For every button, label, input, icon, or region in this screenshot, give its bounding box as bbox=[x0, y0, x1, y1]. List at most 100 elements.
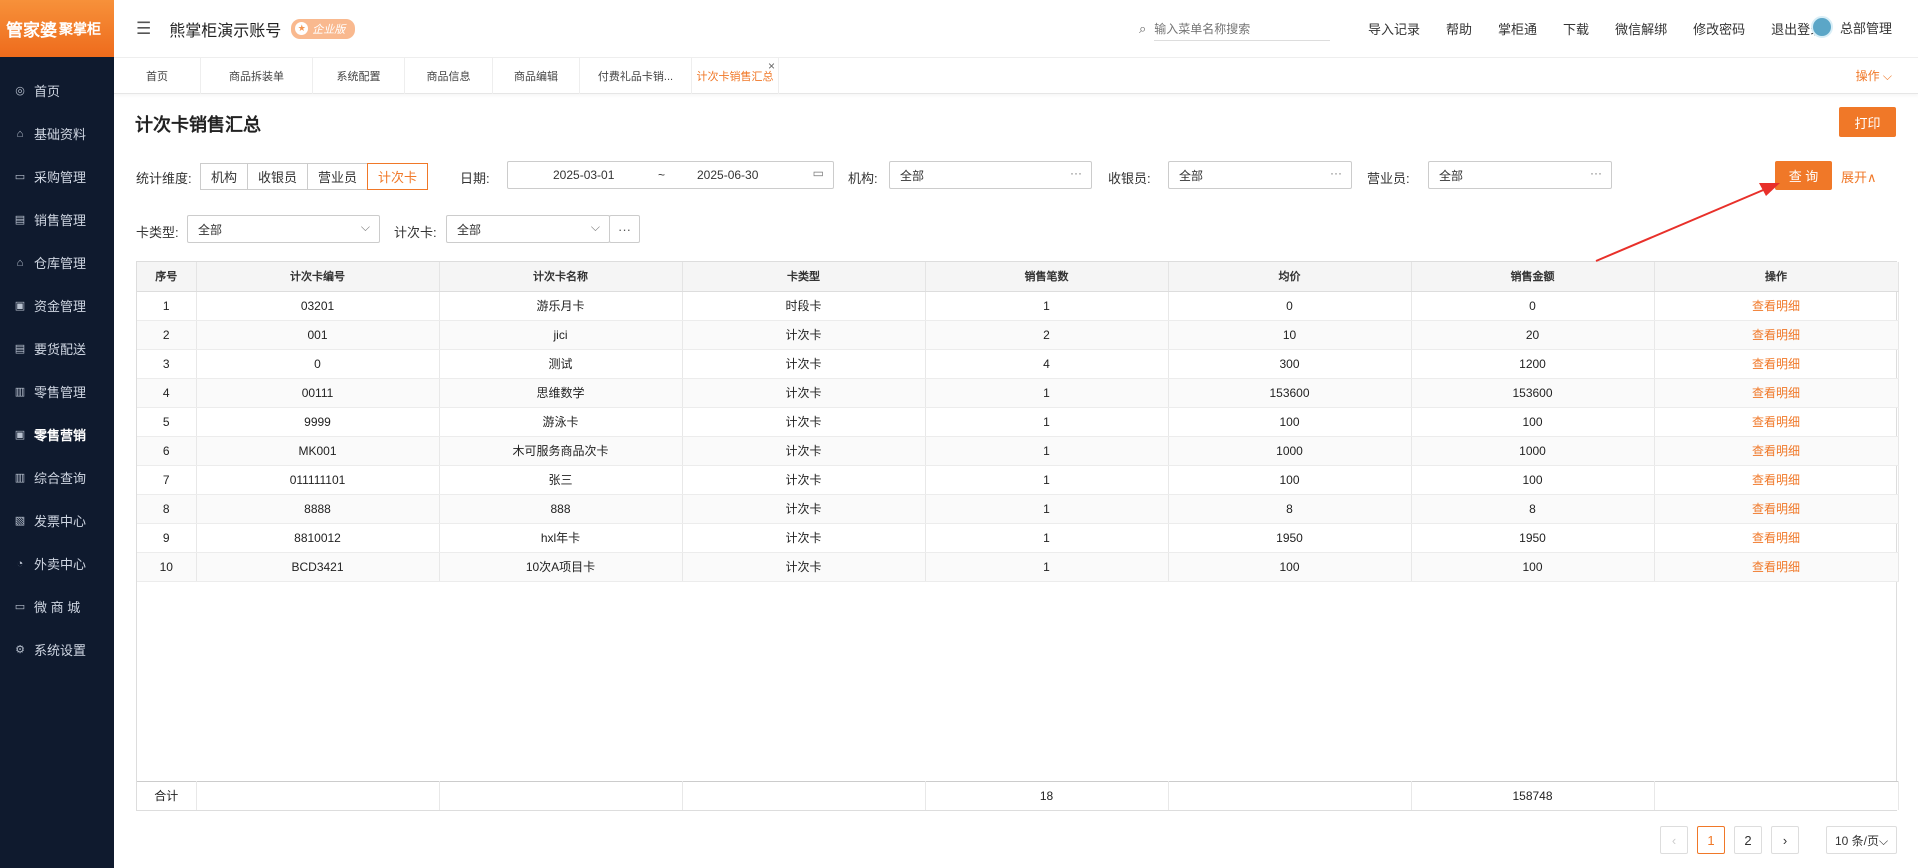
tab[interactable]: 商品编辑 bbox=[493, 58, 580, 94]
table-cell: 100 bbox=[1411, 552, 1655, 582]
top-link[interactable]: 帮助 bbox=[1446, 19, 1472, 38]
total-cell: 合计 bbox=[137, 781, 197, 810]
print-button[interactable]: 打印 bbox=[1839, 107, 1896, 137]
user-menu[interactable]: 总部管理 bbox=[1811, 16, 1892, 38]
table-cell: 时段卡 bbox=[682, 291, 926, 321]
date-range-picker[interactable]: 2025-03-01 ~ 2025-06-30 ▭ bbox=[507, 161, 834, 189]
table-cell: 7 bbox=[137, 465, 197, 495]
money-icon: ▣ bbox=[14, 300, 26, 312]
sidebar-item[interactable]: ▤ 要货配送 bbox=[0, 327, 114, 370]
cashier-select[interactable]: 全部 ··· bbox=[1168, 161, 1352, 189]
table-cell: 0 bbox=[196, 349, 440, 379]
dimension-label: 统计维度: bbox=[136, 171, 192, 186]
date-separator: ~ bbox=[658, 168, 666, 182]
total-cell: 158748 bbox=[1411, 781, 1655, 810]
view-detail-link[interactable]: 查看明细 bbox=[1654, 320, 1899, 350]
page-number-button[interactable]: 1 bbox=[1697, 826, 1725, 854]
table-cell: 011111101 bbox=[196, 465, 440, 495]
total-cell bbox=[196, 781, 440, 810]
tab-label: 商品编辑 bbox=[514, 71, 558, 83]
view-detail-link[interactable]: 查看明细 bbox=[1654, 465, 1899, 495]
card-type-select[interactable]: 全部 ⌵ bbox=[187, 215, 380, 243]
sidebar-item[interactable]: ◎ 首页 bbox=[0, 69, 114, 112]
query-button[interactable]: 查 询 bbox=[1775, 161, 1832, 190]
view-detail-link[interactable]: 查看明细 bbox=[1654, 436, 1899, 466]
table-cell: 木可服务商品次卡 bbox=[439, 436, 683, 466]
sidebar-item[interactable]: ⚙ 系统设置 bbox=[0, 628, 114, 671]
tab[interactable]: 付费礼品卡销... bbox=[580, 58, 692, 94]
sidebar-item[interactable]: ▭ 微 商 城 bbox=[0, 585, 114, 628]
brand-logo[interactable]: 管家婆 聚掌柜 bbox=[0, 0, 114, 57]
table-cell: 001 bbox=[196, 320, 440, 350]
org-select[interactable]: 全部 ··· bbox=[889, 161, 1092, 189]
arrow-line bbox=[1595, 187, 1769, 262]
tab-operations-menu[interactable]: 操作 ⌵ bbox=[1856, 67, 1892, 84]
menu-search-input[interactable] bbox=[1154, 17, 1331, 41]
page-size-select[interactable]: 10 条/页⌵ bbox=[1826, 826, 1898, 854]
register-icon: ▤ bbox=[14, 214, 26, 226]
avatar[interactable] bbox=[1811, 16, 1833, 38]
tab[interactable]: 计次卡销售汇总 × bbox=[692, 58, 779, 94]
tab[interactable]: 商品信息 bbox=[405, 58, 493, 94]
next-page-button[interactable]: › bbox=[1771, 826, 1799, 854]
table-cell: 计次卡 bbox=[682, 523, 926, 553]
tab[interactable]: 首页 bbox=[114, 58, 201, 94]
tab-label: 系统配置 bbox=[336, 71, 381, 83]
sidebar-item[interactable]: ▭ 采购管理 bbox=[0, 155, 114, 198]
table-cell: 20 bbox=[1411, 320, 1655, 350]
table-cell: 8810012 bbox=[196, 523, 440, 553]
tab[interactable]: 商品拆装单 bbox=[201, 58, 313, 94]
view-detail-link[interactable]: 查看明细 bbox=[1654, 349, 1899, 379]
more-icon[interactable]: ··· bbox=[1070, 166, 1082, 180]
bar-chart-icon: ▥ bbox=[14, 472, 26, 484]
sidebar-item[interactable]: ▧ 发票中心 bbox=[0, 499, 114, 542]
search-icon[interactable]: ⌕ bbox=[1139, 21, 1146, 37]
sidebar-item[interactable]: ⌂ 仓库管理 bbox=[0, 241, 114, 284]
dimension-option[interactable]: 收银员 bbox=[247, 163, 308, 190]
page-number-button[interactable]: 2 bbox=[1734, 826, 1762, 854]
expand-toggle[interactable]: 展开∧ bbox=[1841, 167, 1877, 186]
table-cell: 10 bbox=[1168, 320, 1412, 350]
table-cell: 153600 bbox=[1411, 378, 1655, 408]
view-detail-link[interactable]: 查看明细 bbox=[1654, 552, 1899, 582]
table-row: 9 8810012 hxl年卡 计次卡 1 1950 1950 查看明细 bbox=[137, 523, 1899, 553]
sidebar-item[interactable]: ⌂ 基础资料 bbox=[0, 112, 114, 155]
sidebar-item[interactable]: ▥ 综合查询 bbox=[0, 456, 114, 499]
card-more-button[interactable]: ··· bbox=[609, 215, 640, 243]
sidebar-item[interactable]: ◔ 外卖中心 bbox=[0, 542, 114, 585]
top-link[interactable]: 掌柜通 bbox=[1498, 19, 1537, 38]
globe-icon: ◎ bbox=[15, 85, 25, 97]
prev-page-button[interactable]: ‹ bbox=[1660, 826, 1688, 854]
sidebar-item-label: 综合查询 bbox=[34, 471, 87, 486]
page-title: 计次卡销售汇总 bbox=[135, 115, 261, 135]
sidebar-item[interactable]: ▥ 零售管理 bbox=[0, 370, 114, 413]
dimension-option[interactable]: 计次卡 bbox=[367, 163, 429, 190]
view-detail-link[interactable]: 查看明细 bbox=[1654, 378, 1899, 408]
table-row: 6 MK001 木可服务商品次卡 计次卡 1 1000 1000 查看明细 bbox=[137, 436, 1899, 466]
view-detail-link[interactable]: 查看明细 bbox=[1654, 407, 1899, 437]
top-link[interactable]: 修改密码 bbox=[1693, 19, 1745, 38]
top-link[interactable]: 下载 bbox=[1563, 19, 1589, 38]
top-link[interactable]: 微信解绑 bbox=[1615, 19, 1667, 38]
view-detail-link[interactable]: 查看明细 bbox=[1654, 291, 1899, 321]
top-link[interactable]: 导入记录 bbox=[1368, 19, 1420, 38]
salesperson-select[interactable]: 全部 ··· bbox=[1428, 161, 1612, 189]
menu-toggle-icon[interactable]: ☰ bbox=[136, 19, 151, 39]
card-select[interactable]: 全部 ⌵ bbox=[446, 215, 610, 243]
sidebar-item[interactable]: ▣ 零售营销 bbox=[0, 413, 114, 456]
table-cell: 0 bbox=[1411, 291, 1655, 321]
sidebar-item[interactable]: ▤ 销售管理 bbox=[0, 198, 114, 241]
table-cell: 张三 bbox=[439, 465, 683, 495]
dimension-option[interactable]: 机构 bbox=[200, 163, 248, 190]
view-detail-link[interactable]: 查看明细 bbox=[1654, 523, 1899, 553]
top-links: 导入记录 帮助 掌柜通 下载 微信解绑 修改密码 退出登录 bbox=[1368, 0, 1849, 57]
more-icon[interactable]: ··· bbox=[1590, 166, 1602, 180]
close-icon[interactable]: × bbox=[768, 59, 775, 73]
sidebar-item[interactable]: ▣ 资金管理 bbox=[0, 284, 114, 327]
tab[interactable]: 系统配置 bbox=[313, 58, 405, 94]
dimension-option[interactable]: 营业员 bbox=[307, 163, 368, 190]
table-cell: 1000 bbox=[1411, 436, 1655, 466]
view-detail-link[interactable]: 查看明细 bbox=[1654, 494, 1899, 524]
more-icon[interactable]: ··· bbox=[1330, 166, 1342, 180]
table-cell: 1 bbox=[925, 552, 1169, 582]
